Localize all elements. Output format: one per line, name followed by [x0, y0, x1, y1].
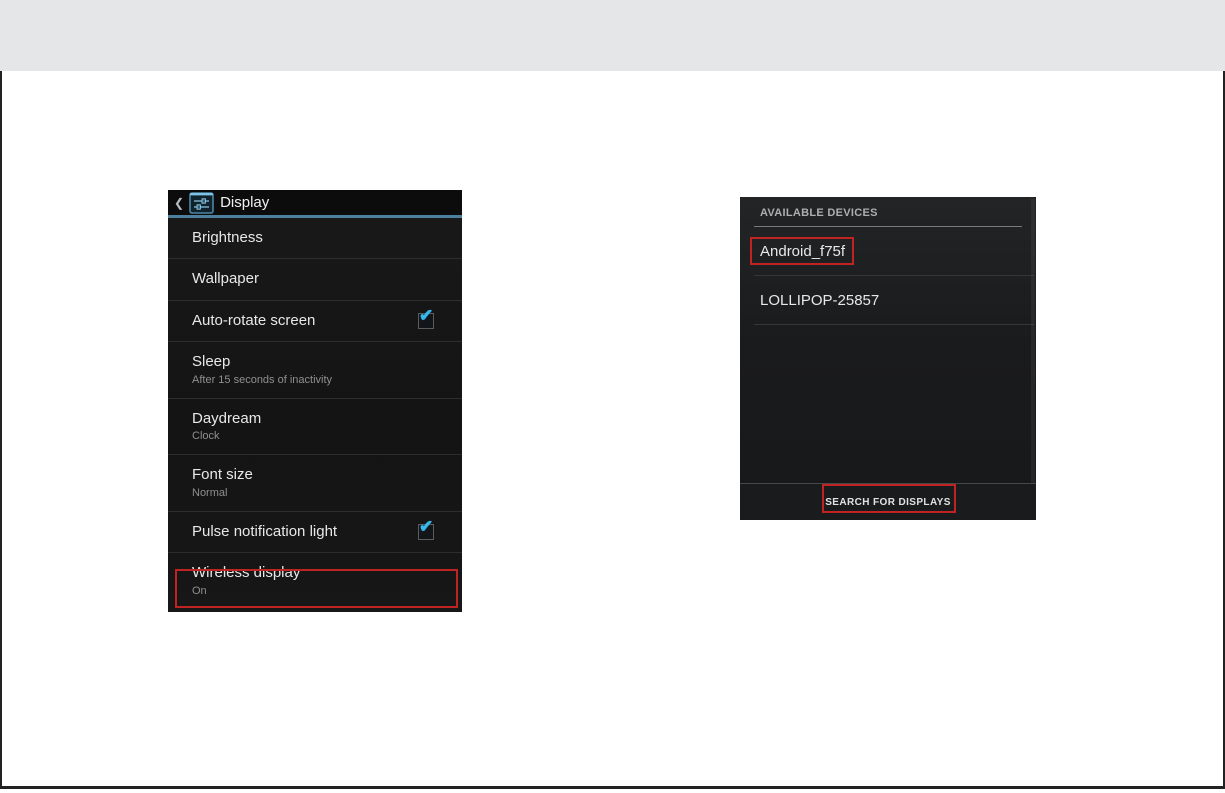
settings-item-label: Sleep [192, 353, 231, 371]
settings-item-wallpaper[interactable]: Wallpaper [168, 259, 462, 301]
settings-item-label: Font size [192, 466, 253, 484]
available-devices-title: AVAILABLE DEVICES [760, 207, 878, 219]
settings-item-value: Normal [192, 486, 228, 499]
settings-item-sleep[interactable]: Sleep After 15 seconds of inactivity [168, 342, 462, 399]
document-page: ❮ Display Brightness Wallpaper Auto-rota… [0, 71, 1225, 789]
wireless-display-devices-screenshot: AVAILABLE DEVICES Android_f75f LOLLIPOP-… [740, 197, 1036, 520]
available-devices-section: AVAILABLE DEVICES [740, 197, 1036, 227]
settings-item-label: Wallpaper [192, 270, 259, 288]
back-chevron-icon[interactable]: ❮ [174, 197, 184, 209]
settings-item-value: Clock [192, 430, 220, 443]
settings-item-label: Brightness [192, 228, 263, 246]
scrollbar-strip [1031, 199, 1035, 518]
highlight-box-android-f75f [750, 237, 854, 265]
display-settings-header: ❮ Display [168, 190, 462, 218]
settings-item-auto-rotate[interactable]: Auto-rotate screen ✔ [168, 301, 462, 343]
highlight-box-search-button [822, 484, 956, 513]
device-item-lollipop-25857[interactable]: LOLLIPOP-25857 [740, 276, 1036, 324]
display-settings-list: Brightness Wallpaper Auto-rotate screen … [168, 218, 462, 609]
settings-item-label: Daydream [192, 409, 262, 427]
display-settings-title: Display [220, 194, 270, 211]
device-name: LOLLIPOP-25857 [760, 291, 880, 309]
checkmark-icon: ✔ [419, 306, 434, 326]
display-settings-icon [189, 191, 214, 214]
settings-item-font-size[interactable]: Font size Normal [168, 455, 462, 512]
display-settings-screenshot: ❮ Display Brightness Wallpaper Auto-rota… [168, 190, 462, 612]
document-top-toolbar [0, 0, 1225, 71]
settings-item-brightness[interactable]: Brightness [168, 218, 462, 260]
settings-item-daydream[interactable]: Daydream Clock [168, 399, 462, 456]
settings-item-pulse-notification[interactable]: Pulse notification light ✔ [168, 512, 462, 554]
auto-rotate-checkbox[interactable]: ✔ [418, 306, 434, 330]
highlight-box-wireless-display [175, 569, 458, 608]
settings-item-value: After 15 seconds of inactivity [192, 373, 333, 386]
list-divider [754, 324, 1034, 325]
checkmark-icon: ✔ [419, 517, 434, 537]
pulse-notification-checkbox[interactable]: ✔ [418, 517, 434, 541]
